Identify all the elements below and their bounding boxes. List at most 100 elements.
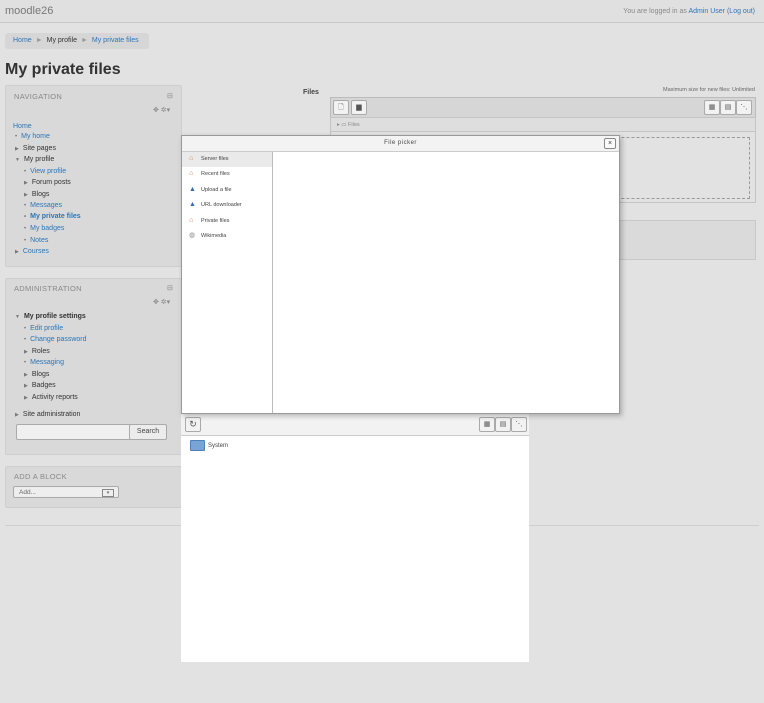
admin-activity-reports[interactable]: ▶ Activity reports bbox=[24, 394, 78, 401]
nav-messages[interactable]: • Messages bbox=[24, 202, 62, 209]
nav-messages-link[interactable]: Messages bbox=[30, 202, 62, 209]
admin-change-password[interactable]: • Change password bbox=[24, 336, 87, 343]
repo-label: Server files bbox=[201, 156, 229, 162]
login-prefix: You are logged in as bbox=[623, 8, 687, 15]
collapse-arrow-icon: ▼ bbox=[15, 314, 20, 320]
nav-my-private-files[interactable]: • My private files bbox=[24, 213, 81, 220]
refresh-icon[interactable]: ↻ bbox=[185, 417, 201, 432]
wikimedia-icon: ◍ bbox=[189, 232, 196, 240]
nav-my-private-files-link[interactable]: My private files bbox=[30, 213, 81, 220]
nav-notes[interactable]: • Notes bbox=[24, 237, 48, 244]
nav-forum-posts-label: Forum posts bbox=[31, 179, 71, 186]
login-info: You are logged in as Admin User (Log out… bbox=[623, 8, 755, 15]
admin-search-input[interactable] bbox=[16, 424, 131, 440]
file-picker-browser bbox=[181, 413, 529, 662]
breadcrumb-my-profile[interactable]: My profile bbox=[47, 37, 77, 44]
folder-icon[interactable] bbox=[190, 440, 205, 451]
admin-edit-profile[interactable]: • Edit profile bbox=[24, 325, 63, 332]
folder-icon: ▸ ▭ bbox=[337, 122, 347, 128]
site-name[interactable]: moodle26 bbox=[5, 5, 53, 17]
nav-site-pages[interactable]: ▶ Site pages bbox=[15, 145, 56, 152]
close-icon[interactable]: × bbox=[604, 138, 616, 149]
admin-messaging-link[interactable]: Messaging bbox=[30, 359, 64, 366]
nav-my-badges[interactable]: • My badges bbox=[24, 225, 64, 232]
admin-search-button[interactable]: Search bbox=[129, 424, 167, 440]
repo-url-downloader[interactable]: ▲ URL downloader bbox=[182, 198, 272, 213]
add-block-title: ADD A BLOCK bbox=[14, 472, 67, 481]
bullet-icon: • bbox=[24, 326, 27, 332]
repo-server-files[interactable]: ⌂ Server files bbox=[182, 152, 272, 167]
admin-roles-label: Roles bbox=[31, 348, 50, 355]
admin-my-profile-settings-label: My profile settings bbox=[23, 313, 86, 320]
upload-icon: ▲ bbox=[189, 186, 196, 194]
navigation-title: NAVIGATION bbox=[14, 92, 63, 101]
expand-arrow-icon: ▶ bbox=[24, 349, 28, 355]
repo-private-files[interactable]: ⌂ Private files bbox=[182, 214, 272, 229]
dropdown-arrow-icon: ▾ bbox=[102, 489, 114, 497]
repo-wikimedia[interactable]: ◍ Wikimedia bbox=[182, 229, 272, 244]
admin-my-profile-settings[interactable]: ▼ My profile settings bbox=[15, 313, 86, 320]
admin-badges[interactable]: ▶ Badges bbox=[24, 382, 56, 389]
administration-title: ADMINISTRATION bbox=[14, 284, 82, 293]
breadcrumb-home[interactable]: Home bbox=[13, 37, 32, 44]
bullet-icon: • bbox=[24, 337, 27, 343]
nav-home-link[interactable]: Home bbox=[13, 123, 32, 130]
nav-my-home-link[interactable]: My home bbox=[21, 133, 50, 140]
view-details-icon[interactable]: ▤ bbox=[495, 417, 511, 432]
url-icon: ▲ bbox=[189, 201, 196, 209]
add-block-select[interactable]: Add... ▾ bbox=[13, 486, 119, 498]
admin-roles[interactable]: ▶ Roles bbox=[24, 348, 50, 355]
admin-site-administration[interactable]: ▶ Site administration bbox=[15, 411, 80, 418]
expand-arrow-icon: ▶ bbox=[24, 395, 28, 401]
view-tree-icon[interactable]: ⋱ bbox=[736, 100, 752, 115]
breadcrumb-current[interactable]: My private files bbox=[92, 37, 139, 44]
view-details-icon[interactable]: ▤ bbox=[720, 100, 736, 115]
nav-home[interactable]: Home bbox=[13, 123, 32, 130]
bullet-icon: • bbox=[24, 360, 27, 366]
repo-label: URL downloader bbox=[201, 202, 242, 208]
collapse-icon[interactable]: ⊟ bbox=[167, 92, 173, 100]
nav-forum-posts[interactable]: ▶ Forum posts bbox=[24, 179, 71, 186]
files-label: Files bbox=[303, 89, 319, 96]
collapse-arrow-icon: ▼ bbox=[15, 157, 20, 163]
nav-courses[interactable]: ▶ Courses bbox=[15, 248, 49, 255]
breadcrumb-separator: ► bbox=[35, 37, 43, 44]
nav-my-badges-link[interactable]: My badges bbox=[30, 225, 64, 232]
create-folder-icon[interactable]: ▆ bbox=[351, 100, 367, 115]
logout-link[interactable]: (Log out) bbox=[727, 8, 755, 15]
admin-blogs[interactable]: ▶ Blogs bbox=[24, 371, 49, 378]
admin-edit-profile-link[interactable]: Edit profile bbox=[30, 325, 63, 332]
admin-site-administration-label: Site administration bbox=[22, 411, 81, 418]
block-move-icon[interactable]: ✥ ✲▾ bbox=[153, 298, 170, 306]
nav-notes-link[interactable]: Notes bbox=[30, 237, 48, 244]
expand-arrow-icon: ▶ bbox=[15, 146, 19, 152]
nav-blogs[interactable]: ▶ Blogs bbox=[24, 191, 49, 198]
nav-my-profile[interactable]: ▼ My profile bbox=[15, 156, 54, 163]
nav-courses-link[interactable]: Courses bbox=[23, 248, 49, 255]
add-file-icon[interactable]: 🗋 bbox=[333, 100, 349, 115]
view-icons-icon[interactable]: ▦ bbox=[479, 417, 495, 432]
admin-change-password-link[interactable]: Change password bbox=[30, 336, 86, 343]
folder-system[interactable]: System bbox=[208, 443, 228, 449]
repo-label: Recent files bbox=[201, 171, 230, 177]
repo-label: Upload a file bbox=[201, 187, 232, 193]
breadcrumb-separator: ► bbox=[80, 37, 88, 44]
path-root[interactable]: Files bbox=[348, 122, 360, 128]
block-move-icon[interactable]: ✥ ✲▾ bbox=[153, 106, 170, 114]
dialog-title: File picker bbox=[384, 140, 417, 146]
admin-messaging[interactable]: • Messaging bbox=[24, 359, 64, 366]
collapse-icon[interactable]: ⊟ bbox=[167, 284, 173, 292]
nav-view-profile[interactable]: • View profile bbox=[24, 168, 66, 175]
file-picker-dialog: File picker × ⌂ Server files ⌂ Recent file… bbox=[181, 135, 620, 414]
nav-my-home[interactable]: • My home bbox=[15, 133, 50, 140]
bullet-icon: • bbox=[24, 203, 27, 209]
nav-site-pages-label: Site pages bbox=[22, 145, 56, 152]
view-tree-icon[interactable]: ⋱ bbox=[511, 417, 527, 432]
max-size-text: Maximum size for new files: Unlimited bbox=[663, 87, 755, 93]
repo-recent-files[interactable]: ⌂ Recent files bbox=[182, 167, 272, 182]
user-name-link[interactable]: Admin User bbox=[688, 8, 725, 15]
nav-view-profile-link[interactable]: View profile bbox=[30, 168, 66, 175]
filemanager-toolbar bbox=[330, 97, 756, 118]
repo-upload-file[interactable]: ▲ Upload a file bbox=[182, 183, 272, 198]
view-icons-icon[interactable]: ▦ bbox=[704, 100, 720, 115]
